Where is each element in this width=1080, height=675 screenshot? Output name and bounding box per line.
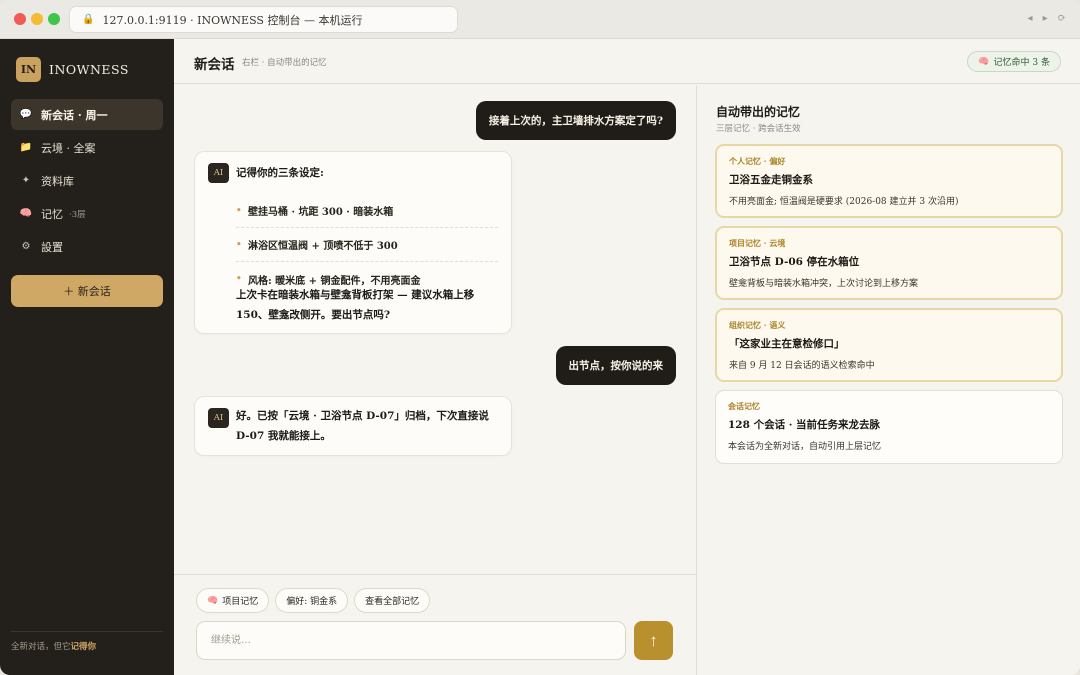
sidebar-item-project[interactable]: 📁 云境 · 全案	[11, 132, 163, 163]
browser-titlebar: 🔒 127.0.0.1:9119 · INOWNESS 控制台 — 本机运行 ◂…	[0, 0, 1080, 39]
forward-icon[interactable]: ▸	[1043, 13, 1048, 24]
memory-desc: 本会话为全新对话，自动引用上层记忆	[728, 442, 882, 452]
memory-card-personal[interactable]: 个人记忆 · 偏好 卫浴五金走铜金系 不用亮面金; 恒温阀是硬要求 (2026-…	[715, 144, 1063, 218]
memory-panel-subtitle: 三层记忆 · 跨会话生效	[716, 124, 801, 134]
list-item: • 壁挂马桶 · 坑距 300 · 暗装水箱	[236, 194, 498, 228]
ai-text-line: D-07 我就能接上。	[236, 430, 331, 442]
send-button[interactable]: ↑	[634, 621, 673, 660]
chip-project-memory[interactable]: 🧠 项目记忆	[196, 588, 270, 613]
memory-kind: 会话记忆	[728, 401, 760, 411]
sparkle-icon: ✦	[21, 175, 31, 186]
sidebar-item-label: 云境 · 全案	[41, 141, 96, 155]
reload-icon[interactable]: ⟳	[1058, 13, 1066, 24]
memory-title: 128 个会话 · 当前任务来龙去脉	[728, 419, 881, 431]
brain-icon: 🧠	[978, 56, 990, 67]
lock-icon: 🔒	[82, 14, 95, 25]
chip-label: 查看全部记忆	[365, 597, 420, 607]
memory-kind: 个人记忆 · 偏好	[729, 156, 786, 166]
sidebar: IN INOWNESS 💬 新会话 · 周一 📁 云境 · 全案 ✦ 资料库 🧠…	[0, 39, 174, 675]
memory-kind: 组织记忆 · 语义	[729, 320, 786, 330]
memory-card-project[interactable]: 项目记忆 · 云境 卫浴节点 D-06 停在水箱位 壁龛背板与暗装水箱冲突，上次…	[715, 226, 1063, 300]
bullet-icon: •	[236, 205, 242, 216]
memory-card-session[interactable]: 会话记忆 128 个会话 · 当前任务来龙去脉 本会话为全新对话，自动引用上层记…	[715, 390, 1063, 464]
memory-title: 「这家业主在意检修口」	[729, 338, 845, 350]
memory-title: 卫浴五金走铜金系	[729, 174, 813, 186]
memory-desc: 壁龛背板与暗装水箱冲突，上次讨论到上移方案	[729, 279, 919, 289]
memory-hit-label: 记忆命中 3 条	[993, 58, 1050, 68]
ai-text-line: 好。已按「云境 · 卫浴节点 D-07」归档，下次直接说	[236, 410, 489, 422]
brand-name: INOWNESS	[49, 62, 129, 77]
url-text: 127.0.0.1:9119 · INOWNESS 控制台 — 本机运行	[102, 13, 363, 27]
memory-hit-badge[interactable]: 🧠 记忆命中 3 条	[967, 51, 1061, 72]
sidebar-item-label: 记忆	[41, 207, 63, 221]
back-icon[interactable]: ◂	[1028, 13, 1033, 24]
setting-text: 壁挂马桶 · 坑距 300 · 暗装水箱	[248, 207, 394, 218]
memory-card-org[interactable]: 组织记忆 · 语义 「这家业主在意检修口」 来自 9 月 12 日会话的语义检索…	[715, 308, 1063, 382]
ai-outro-line: 150、壁龛改侧开。要出节点吗?	[236, 309, 391, 321]
brand[interactable]: IN INOWNESS	[16, 57, 129, 82]
chat-bubble-icon: 💬	[19, 109, 33, 120]
user-message: 出节点，按你说的来	[555, 346, 676, 385]
page-subtitle: 右栏 · 自动带出的记忆	[242, 58, 327, 68]
browser-nav: ◂ ▸ ⟳	[1028, 13, 1066, 24]
settings-list: • 壁挂马桶 · 坑距 300 · 暗装水箱 • 淋浴区恒温阀 + 顶喷不低于 …	[236, 194, 498, 296]
minimize-window-button[interactable]	[31, 13, 43, 25]
brain-icon: 🧠	[207, 595, 219, 606]
ai-message-outro: 上次卡在暗装水箱与壁龛背板打架 — 建议水箱上移 150、壁龛改侧开。要出节点吗…	[236, 285, 506, 325]
ai-avatar: AI	[208, 163, 229, 183]
memory-desc: 不用亮面金; 恒温阀是硬要求 (2026-08 建立并 3 次沿用)	[729, 197, 959, 207]
gear-icon: ⚙	[21, 241, 31, 252]
sidebar-item-label: 资料库	[41, 174, 74, 188]
ai-message-text: 好。已按「云境 · 卫浴节点 D-07」归档，下次直接说 D-07 我就能接上。	[236, 406, 506, 446]
user-message-text: 出节点，按你说的来	[568, 360, 664, 372]
ai-message: AI 记得你的三条设定: • 壁挂马桶 · 坑距 300 · 暗装水箱 • 淋浴…	[194, 151, 512, 334]
page-title: 新会话	[194, 57, 235, 73]
chat-header: 新会话 右栏 · 自动带出的记忆 🧠 记忆命中 3 条	[174, 39, 1080, 84]
chip-view-all-memory[interactable]: 查看全部记忆	[354, 588, 431, 613]
maximize-window-button[interactable]	[48, 13, 60, 25]
bullet-icon: •	[236, 239, 242, 250]
chip-label: 偏好: 铜金系	[286, 597, 338, 607]
message-input[interactable]	[196, 621, 626, 660]
brand-logo: IN	[16, 57, 41, 82]
sidebar-item-library[interactable]: ✦ 资料库	[11, 165, 163, 196]
ai-outro-line: 上次卡在暗装水箱与壁龛背板打架 — 建议水箱上移	[236, 289, 475, 301]
ai-avatar: AI	[208, 408, 229, 428]
sidebar-item-memory[interactable]: 🧠 记忆 ·3层	[11, 198, 163, 229]
user-message-text: 接着上次的，主卫墙排水方案定了吗?	[488, 115, 663, 127]
brain-icon: 🧠	[19, 208, 33, 219]
setting-text: 淋浴区恒温阀 + 顶喷不低于 300	[248, 241, 398, 252]
user-message: 接着上次的，主卫墙排水方案定了吗?	[475, 101, 676, 140]
sidebar-item-label: 新会话 · 周一	[41, 108, 108, 122]
bullet-icon: •	[236, 274, 242, 284]
sidebar-item-label: 設置	[41, 240, 63, 254]
composer: 🧠 项目记忆 偏好: 铜金系 查看全部记忆 ↑	[174, 574, 696, 675]
memory-chips: 🧠 项目记忆 偏好: 铜金系 查看全部记忆	[196, 588, 431, 613]
memory-desc: 来自 9 月 12 日会话的语义检索命中	[729, 361, 875, 371]
app-window: 🔒 127.0.0.1:9119 · INOWNESS 控制台 — 本机运行 ◂…	[0, 0, 1080, 675]
footer-highlight: 记得你	[70, 642, 97, 652]
memory-title: 卫浴节点 D-06 停在水箱位	[729, 256, 860, 268]
sidebar-item-settings[interactable]: ⚙ 設置	[11, 231, 163, 262]
folder-icon: 📁	[19, 142, 33, 153]
new-chat-button[interactable]: ＋ 新会话	[11, 275, 163, 307]
memory-kind: 项目记忆 · 云境	[729, 238, 786, 248]
footer-text: 全新对话，但它	[11, 642, 71, 652]
memory-panel: 自动带出的记忆 三层记忆 · 跨会话生效 个人记忆 · 偏好 卫浴五金走铜金系 …	[696, 85, 1080, 675]
sidebar-item-new-session[interactable]: 💬 新会话 · 周一	[11, 99, 163, 130]
sidebar-footer: 全新对话，但它记得你	[11, 631, 163, 652]
address-bar[interactable]: 🔒 127.0.0.1:9119 · INOWNESS 控制台 — 本机运行	[69, 6, 458, 33]
memory-panel-title: 自动带出的记忆	[716, 105, 801, 119]
ai-message: AI 好。已按「云境 · 卫浴节点 D-07」归档，下次直接说 D-07 我就能…	[194, 396, 512, 456]
sidebar-nav: 💬 新会话 · 周一 📁 云境 · 全案 ✦ 资料库 🧠 记忆 ·3层 ⚙ 設置	[11, 99, 163, 264]
chip-label: 项目记忆	[222, 597, 259, 607]
list-item: • 淋浴区恒温阀 + 顶喷不低于 300	[236, 228, 498, 262]
memory-layers-badge: ·3层	[69, 209, 86, 220]
close-window-button[interactable]	[14, 13, 26, 25]
ai-message-intro: 记得你的三条设定:	[236, 167, 324, 179]
chip-preference[interactable]: 偏好: 铜金系	[275, 588, 349, 613]
